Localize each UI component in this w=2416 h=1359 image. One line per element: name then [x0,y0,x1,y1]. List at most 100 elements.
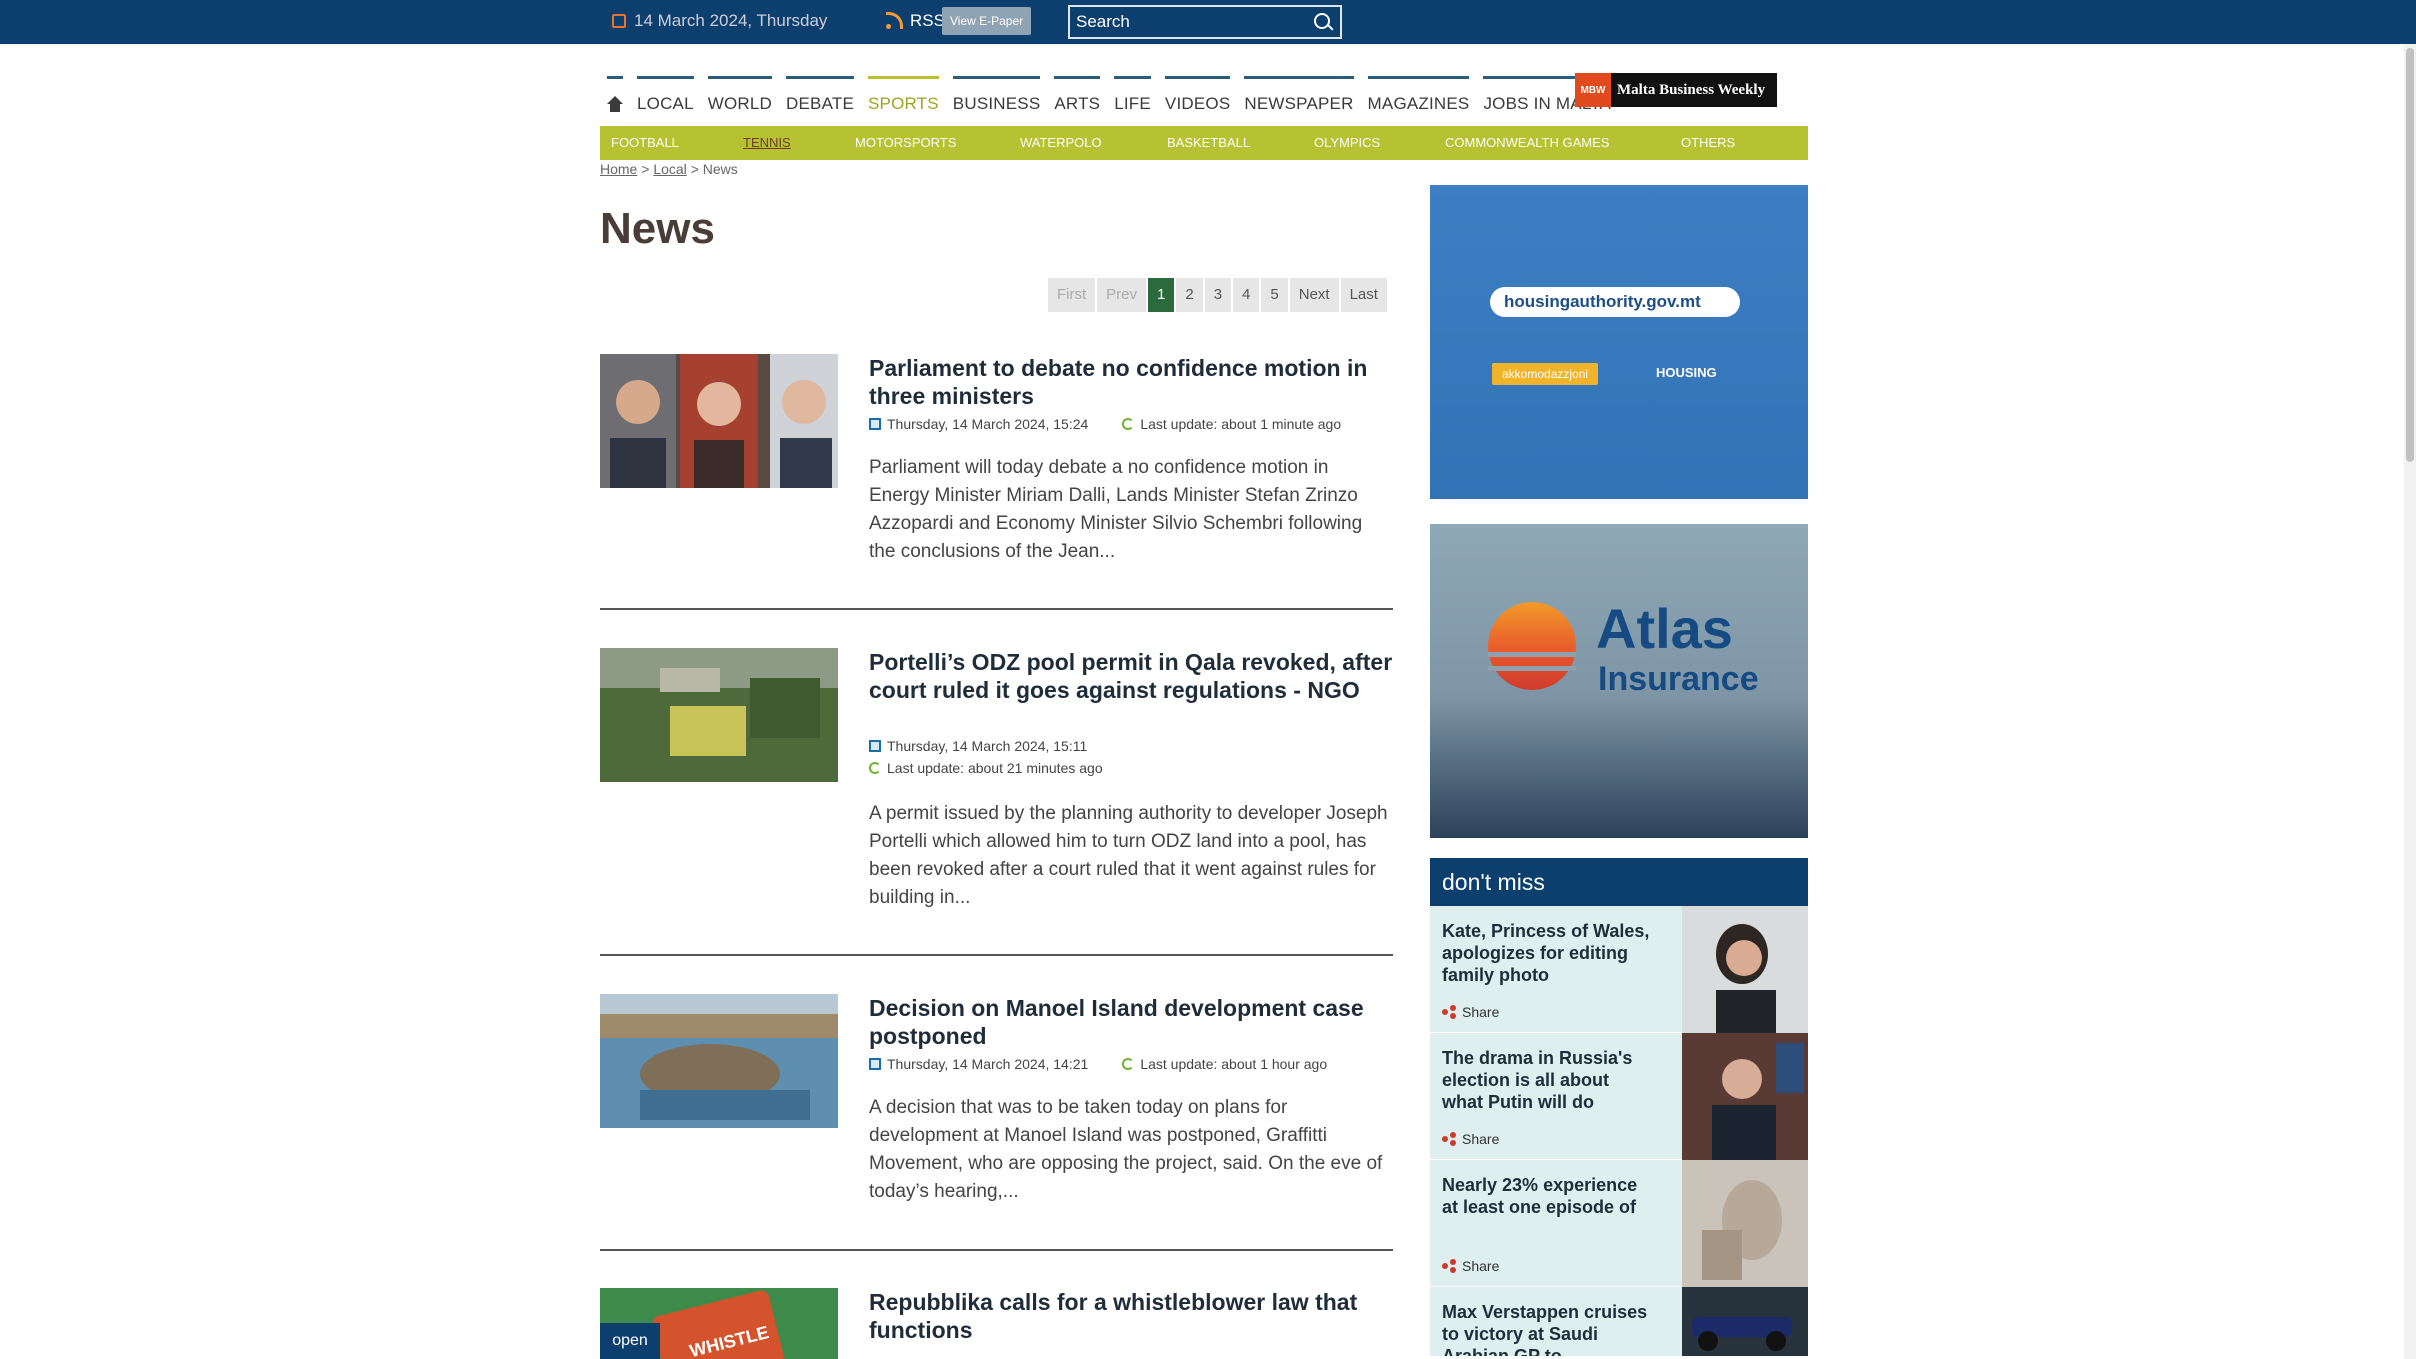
dont-miss-item[interactable]: Kate, Princess of Wales, apologizes for … [1430,906,1808,1033]
pagination: First Prev 1 2 3 4 5 Next Last [1048,278,1387,312]
atlas-title: Atlas [1596,597,1733,660]
article-thumbnail[interactable] [600,648,838,782]
page-2[interactable]: 2 [1176,278,1203,312]
subnav-football[interactable]: FOOTBALL [611,126,679,160]
share-icon [1442,1132,1456,1146]
article-item: WHISTLE open Repubblika calls for a whis… [600,1288,1393,1359]
article-title[interactable]: Decision on Manoel Island development ca… [869,994,1393,1050]
scrollbar-thumb[interactable] [2406,48,2414,462]
search-input[interactable] [1070,7,1300,37]
share-icon [1442,1259,1456,1273]
open-badge[interactable]: open [600,1323,660,1359]
dont-miss-title[interactable]: Nearly 23% experience at least one episo… [1442,1174,1652,1218]
breadcrumb-current: News [702,161,738,177]
page-5[interactable]: 5 [1261,278,1288,312]
dont-miss-item[interactable]: The drama in Russia's election is all ab… [1430,1033,1808,1160]
search-icon[interactable] [1314,13,1332,31]
sports-subnav: FOOTBALL TENNIS MOTORSPORTS WATERPOLO BA… [600,126,1808,160]
dont-miss-item[interactable]: Nearly 23% experience at least one episo… [1430,1160,1808,1287]
subnav-olympics[interactable]: OLYMPICS [1314,126,1380,160]
nav-local[interactable]: LOCAL [630,72,701,118]
article-date: Thursday, 14 March 2024, 15:24 [887,416,1089,432]
calendar-icon [869,740,881,752]
atlas-insurance-ad[interactable]: Atlas Insurance [1430,524,1808,838]
dont-miss-image[interactable] [1682,1287,1808,1357]
share-button[interactable]: Share [1442,1131,1499,1147]
nav-arts[interactable]: ARTS [1047,72,1107,118]
breadcrumb-separator: > [641,161,650,177]
subnav-others[interactable]: OTHERS [1681,126,1735,160]
nav-debate[interactable]: DEBATE [779,72,861,118]
share-label: Share [1462,1258,1500,1274]
article-thumbnail[interactable] [600,354,838,488]
nav-magazines[interactable]: MAGAZINES [1361,72,1477,118]
dont-miss-image[interactable] [1682,906,1808,1033]
article-title[interactable]: Portelli’s ODZ pool permit in Qala revok… [869,648,1393,704]
page-next[interactable]: Next [1289,278,1339,312]
article-title[interactable]: Parliament to debate no confidence motio… [869,354,1393,410]
nav-videos[interactable]: VIDEOS [1158,72,1237,118]
atlas-stripe [1488,652,1576,657]
nav-business[interactable]: BUSINESS [946,72,1048,118]
mbw-logo: MBW [1575,73,1611,107]
nav-home[interactable] [600,72,630,118]
page-1[interactable]: 1 [1148,278,1175,312]
share-label: Share [1462,1131,1500,1147]
dont-miss-title[interactable]: The drama in Russia's election is all ab… [1442,1047,1652,1113]
atlas-stripe [1488,666,1576,671]
nav-world[interactable]: WORLD [701,72,779,118]
article-excerpt: A permit issued by the planning authorit… [869,803,1388,908]
housing-authority-ad[interactable]: housingauthority.gov.mt akkomodazzjoni H… [1430,185,1808,499]
subnav-motorsports[interactable]: MOTORSPORTS [855,126,956,160]
article-title[interactable]: Repubblika calls for a whistleblower law… [869,1288,1393,1344]
rss-icon [886,12,903,29]
article-thumbnail[interactable] [600,994,838,1128]
article-thumbnail[interactable]: WHISTLE open [600,1288,838,1359]
article-excerpt: Parliament will today debate a no confid… [869,457,1363,562]
article-divider [600,608,1393,610]
dont-miss-title[interactable]: Kate, Princess of Wales, apologizes for … [1442,920,1652,986]
article-date: Thursday, 14 March 2024, 15:11 [887,738,1088,754]
rss-link[interactable]: RSS [886,11,945,31]
nav-newspaper[interactable]: NEWSPAPER [1237,72,1360,118]
article-updated: Last update: about 1 minute ago [1140,416,1342,432]
share-label: Share [1462,1004,1500,1020]
page-prev: Prev [1097,278,1147,312]
dont-miss-panel: don't miss Kate, Princess of Wales, apol… [1430,858,1808,1357]
dont-miss-item[interactable]: Max Verstappen cruises to victory at Sau… [1430,1287,1808,1357]
dont-miss-image[interactable] [1682,1160,1808,1287]
breadcrumb-local[interactable]: Local [653,161,686,177]
article-meta: Thursday, 14 March 2024, 14:21 Last upda… [869,1056,1327,1072]
calendar-icon [869,418,881,430]
breadcrumb-home[interactable]: Home [600,161,637,177]
article-divider [600,954,1393,956]
rss-label: RSS [910,11,945,30]
subnav-basketball[interactable]: BASKETBALL [1167,126,1250,160]
share-icon [1442,1005,1456,1019]
refresh-icon [1122,418,1135,430]
subnav-tennis[interactable]: TENNIS [743,126,791,160]
dont-miss-heading: don't miss [1430,858,1808,906]
nav-life[interactable]: LIFE [1107,72,1158,118]
view-epaper-button[interactable]: View E-Paper [942,7,1032,35]
page-4[interactable]: 4 [1233,278,1260,312]
top-bar-inner: 14 March 2024, Thursday RSS View E-Paper [600,0,1810,44]
page-3[interactable]: 3 [1204,278,1232,312]
article-excerpt: A decision that was to be taken today on… [869,1097,1383,1202]
share-button[interactable]: Share [1442,1258,1499,1274]
dont-miss-image[interactable] [1682,1033,1808,1160]
dont-miss-title[interactable]: Max Verstappen cruises to victory at Sau… [1442,1301,1652,1356]
malta-business-weekly-link[interactable]: MBW Malta Business Weekly [1575,73,1777,107]
subnav-waterpolo[interactable]: WATERPOLO [1020,126,1102,160]
calendar-icon [869,1058,881,1070]
page-last[interactable]: Last [1340,278,1387,312]
subnav-commonwealth-games[interactable]: COMMONWEALTH GAMES [1445,126,1609,160]
calendar-icon [612,14,626,28]
page-scrollbar[interactable] [2404,44,2416,1359]
article-item: Parliament to debate no confidence motio… [600,354,1393,564]
date-text: 14 March 2024, Thursday [634,11,828,30]
search-box [1068,5,1342,39]
article-date: Thursday, 14 March 2024, 14:21 [887,1056,1089,1072]
nav-sports[interactable]: SPORTS [861,72,946,118]
share-button[interactable]: Share [1442,1004,1499,1020]
